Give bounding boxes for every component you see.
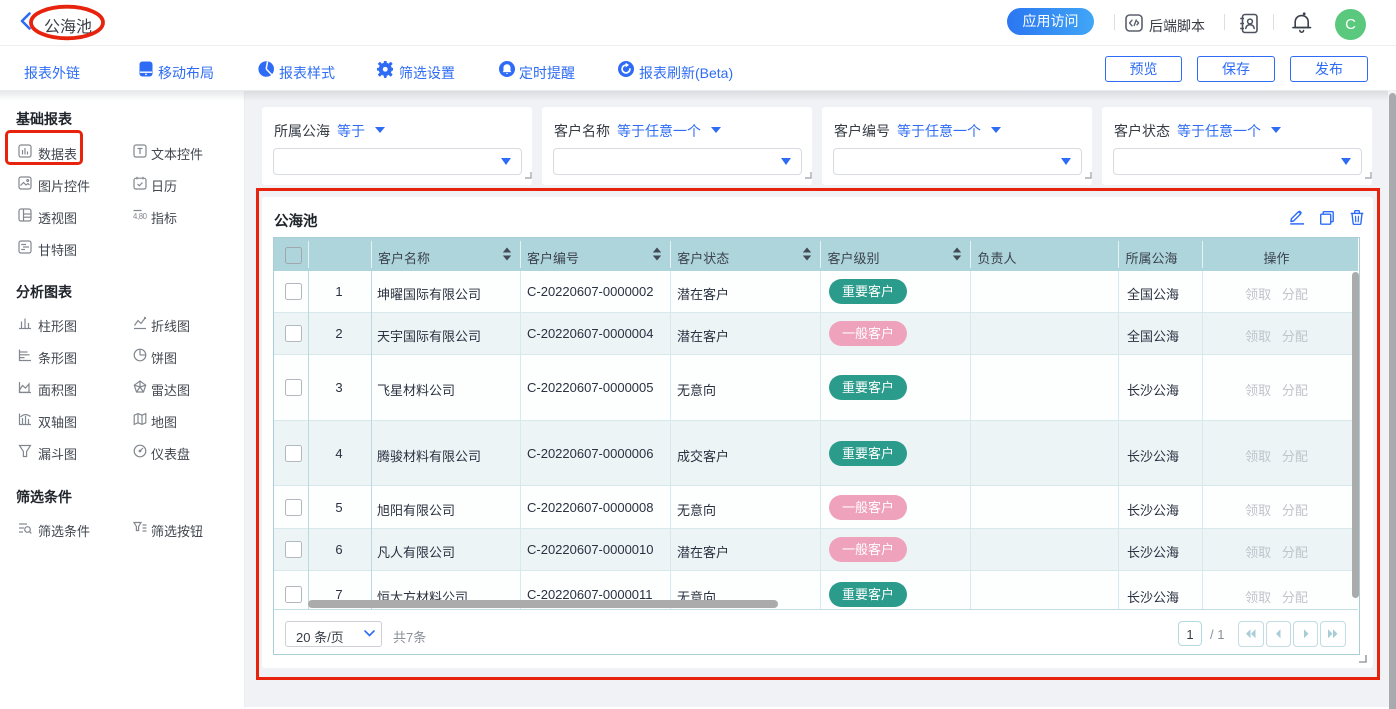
svg-text:4,80: 4,80 xyxy=(133,212,147,221)
